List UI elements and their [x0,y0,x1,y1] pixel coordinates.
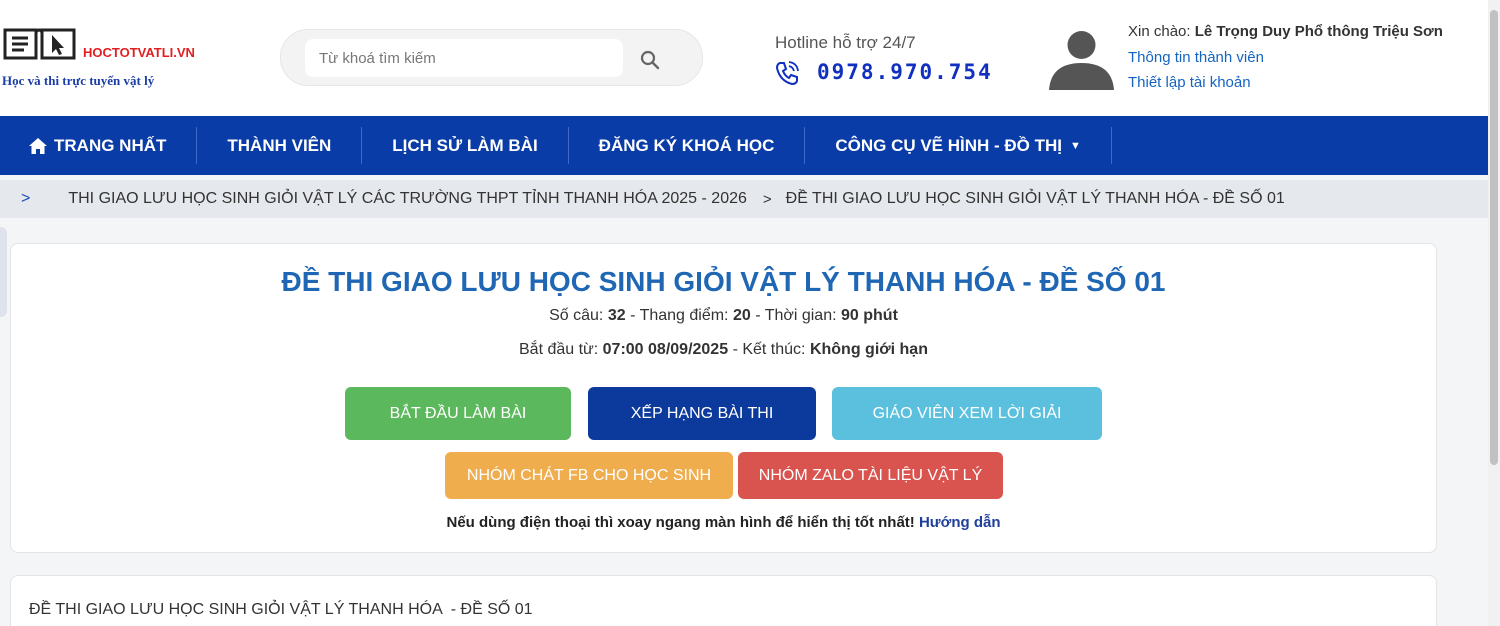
phone-icon [775,61,799,86]
start-value: 07:00 08/09/2025 [602,341,729,358]
start-label: Bắt đầu từ: [519,341,599,358]
time-label: Thời gian: [764,307,837,324]
search-button[interactable] [636,46,664,74]
exam-meta: Số câu: 32 - Thang điểm: 20 - Thời gian:… [11,307,1436,325]
nav-item-home[interactable]: TRANG NHẤT [12,127,198,164]
profile-link[interactable]: Thông tin thành viên [1128,49,1264,66]
exam-card: ĐỀ THI GIAO LƯU HỌC SINH GIỎI VẬT LÝ THA… [10,243,1437,553]
avatar[interactable] [1047,21,1116,90]
scrollbar-thumb[interactable] [1490,10,1498,465]
caret-down-icon: ▼ [1070,139,1081,152]
search-box [280,29,703,86]
score-value: 20 [732,307,751,324]
end-value: Không giới hạn [809,341,928,358]
time-value: 90 phút [841,307,898,324]
nav-item-label: TRANG NHẤT [54,135,167,155]
logo-slogan: Học và thi trực tuyến vật lý [2,73,155,88]
meta-separator: - [755,307,761,324]
nav-item-history[interactable]: LỊCH SỬ LÀM BÀI [362,127,569,164]
start-exam-button[interactable]: BẮT ĐẦU LÀM BÀI [345,387,571,440]
greeting-prefix: Xin chào: [1128,23,1191,40]
exam-ranking-button[interactable]: XẾP HẠNG BÀI THI [588,387,816,440]
score-label: Thang điểm: [639,307,729,324]
questions-count: 32 [607,307,626,324]
scrollbar[interactable] [1488,0,1500,626]
book-cursor-icon [3,28,76,60]
nav-item-drawing-tools[interactable]: CÔNG CỤ VẼ HÌNH - ĐỒ THỊ ▼ [805,127,1112,164]
nav-item-register-course[interactable]: ĐĂNG KÝ KHOÁ HỌC [569,127,806,164]
exam-schedule: Bắt đầu từ: 07:00 08/09/2025 - Kết thúc:… [11,341,1436,359]
hotline-number[interactable]: 0978.970.754 [817,60,993,84]
breadcrumb-item-contest[interactable]: THI GIAO LƯU HỌC SINH GIỎI VẬT LÝ CÁC TR… [68,190,747,208]
nav-item-label: CÔNG CỤ VẼ HÌNH - ĐỒ THỊ [835,135,1063,155]
site-header: HOCTOTVATLI.VN Học và thi trực tuyến vật… [0,0,1500,116]
side-tab[interactable] [0,227,7,317]
breadcrumb-item-exam[interactable]: ĐỀ THI GIAO LƯU HỌC SINH GIỎI VẬT LÝ THA… [786,190,1285,208]
end-label: Kết thúc: [742,341,806,358]
questions-label: Số câu: [549,307,604,324]
mobile-note-text: Nếu dùng điện thoại thì xoay ngang màn h… [446,514,915,531]
logo-name: HOCTOTVATLI.VN [83,45,195,60]
zalo-group-button[interactable]: NHÓM ZALO TÀI LIỆU VẬT LÝ [738,452,1003,499]
search-input[interactable] [305,39,623,77]
site-logo[interactable]: HOCTOTVATLI.VN Học và thi trực tuyến vật… [0,18,216,98]
home-icon [29,137,47,154]
main-nav: TRANG NHẤT THÀNH VIÊN LỊCH SỬ LÀM BÀI ĐĂ… [0,116,1488,175]
facebook-group-button[interactable]: NHÓM CHÁT FB CHO HỌC SINH [445,452,733,499]
hotline-label: Hotline hỗ trợ 24/7 [775,33,916,52]
user-avatar-icon [1047,21,1116,90]
chevron-right-icon: > [762,190,772,208]
mobile-note: Nếu dùng điện thoại thì xoay ngang màn h… [11,514,1436,531]
nav-item-members[interactable]: THÀNH VIÊN [197,127,363,164]
exam-content-card: ĐỀ THI GIAO LƯU HỌC SINH GIỎI VẬT LÝ THA… [10,575,1437,626]
nav-item-label: THÀNH VIÊN [227,135,332,155]
account-settings-link[interactable]: Thiết lập tài khoản [1128,74,1251,91]
meta-separator: - [732,341,738,358]
teacher-solution-button[interactable]: GIÁO VIÊN XEM LỜI GIẢI [832,387,1102,440]
nav-item-label: LỊCH SỬ LÀM BÀI [392,135,538,155]
nav-item-label: ĐĂNG KÝ KHOÁ HỌC [598,135,775,155]
user-name: Lê Trọng Duy Phổ thông Triệu Sơn [1194,23,1443,40]
breadcrumb: > THI GIAO LƯU HỌC SINH GIỎI VẬT LÝ CÁC … [0,180,1488,218]
exam-title: ĐỀ THI GIAO LƯU HỌC SINH GIỎI VẬT LÝ THA… [281,266,1166,297]
section-title: ĐỀ THI GIAO LƯU HỌC SINH GIỎI VẬT LÝ THA… [29,601,533,618]
search-icon [640,50,660,70]
user-greeting: Xin chào: Lê Trọng Duy Phổ thông Triệu S… [1128,23,1443,40]
chevron-right-icon[interactable]: > [21,190,30,208]
meta-separator: - [630,307,636,324]
guide-link[interactable]: Hướng dẫn [919,514,1001,531]
